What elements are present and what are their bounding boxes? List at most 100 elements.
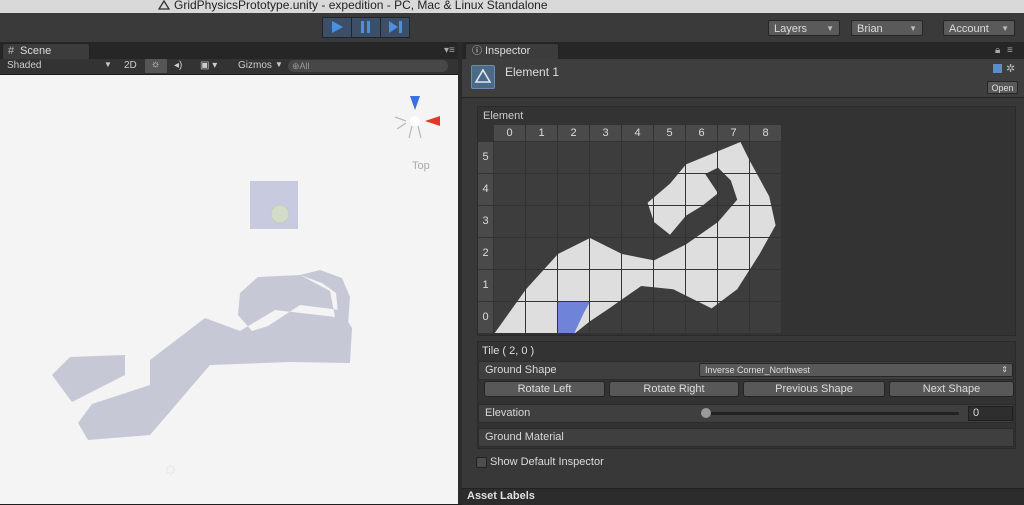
grid-cell[interactable] — [622, 270, 653, 301]
show-default-checkbox[interactable] — [476, 457, 487, 468]
chevron-down-icon: ▼ — [826, 24, 834, 33]
grid-cell[interactable] — [558, 142, 589, 173]
step-button[interactable] — [380, 17, 410, 38]
ground-shape-dropdown[interactable]: Inverse Corner_Northwest ⇕ — [699, 363, 1013, 377]
grid-cell[interactable] — [590, 270, 621, 301]
gear-icon[interactable]: ✲ — [1006, 62, 1015, 75]
grid-cell[interactable] — [526, 206, 557, 237]
grid-cell[interactable] — [622, 174, 653, 205]
grid-cell[interactable] — [750, 270, 781, 301]
grid-cell[interactable] — [718, 270, 749, 301]
grid-cell[interactable] — [494, 142, 525, 173]
grid-cell[interactable] — [558, 302, 589, 333]
grid-cell[interactable] — [494, 238, 525, 269]
account-dropdown[interactable]: Account ▼ — [943, 20, 1015, 36]
grid-cell[interactable] — [750, 142, 781, 173]
grid-cell[interactable] — [750, 206, 781, 237]
lighting-toggle-button[interactable]: ☼ — [145, 59, 167, 73]
layers-dropdown[interactable]: Layers ▼ — [768, 20, 840, 36]
previous-shape-button[interactable]: Previous Shape — [743, 381, 885, 397]
grid-cell[interactable] — [654, 238, 685, 269]
grid-cell[interactable] — [590, 302, 621, 333]
grid-cell[interactable] — [558, 174, 589, 205]
grid-cell[interactable] — [622, 302, 653, 333]
grid-cell[interactable] — [494, 302, 525, 333]
shading-mode-dropdown[interactable]: Shaded — [7, 60, 41, 71]
2d-toggle-button[interactable]: 2D — [124, 60, 137, 71]
grid-cell[interactable] — [654, 302, 685, 333]
rotate-right-button[interactable]: Rotate Right — [609, 381, 739, 397]
grid-cell[interactable] — [622, 142, 653, 173]
scene-search-input[interactable]: ⊕All — [288, 60, 448, 72]
grid-cell[interactable] — [494, 206, 525, 237]
unity-logo-icon — [474, 68, 492, 83]
grid-cell[interactable] — [750, 302, 781, 333]
elevation-slider-handle[interactable] — [701, 408, 711, 418]
grid-cell[interactable] — [558, 238, 589, 269]
grid-cell[interactable] — [526, 238, 557, 269]
grid-cell[interactable] — [590, 206, 621, 237]
grid-cell[interactable] — [590, 174, 621, 205]
grid-cell[interactable] — [558, 270, 589, 301]
grid-cell[interactable] — [654, 206, 685, 237]
grid-cell[interactable] — [654, 174, 685, 205]
elevation-input[interactable]: 0 — [968, 406, 1013, 421]
panel-menu-icon[interactable]: ▾≡ — [444, 45, 455, 56]
ground-material-row[interactable]: Ground Material — [478, 428, 1014, 447]
lock-icon[interactable]: 🔒︎ — [995, 45, 1000, 56]
next-shape-button[interactable]: Next Shape — [889, 381, 1014, 397]
play-button[interactable] — [322, 17, 352, 38]
layout-dropdown[interactable]: Brian ▼ — [851, 20, 923, 36]
grid-cell[interactable] — [718, 302, 749, 333]
grid-cell[interactable] — [494, 270, 525, 301]
grid-cell[interactable] — [750, 174, 781, 205]
grid-cell[interactable] — [718, 174, 749, 205]
ball-object[interactable] — [270, 204, 290, 224]
grid-cell[interactable] — [526, 302, 557, 333]
inspector-header: Element 1 ✲ Open — [462, 59, 1024, 98]
grid-cell[interactable] — [750, 238, 781, 269]
grid-cell[interactable] — [718, 142, 749, 173]
info-icon: ⓘ — [472, 46, 482, 57]
tab-scene[interactable]: # Scene — [2, 43, 90, 60]
tab-inspector[interactable]: ⓘ Inspector — [465, 43, 559, 60]
grid-cell[interactable] — [686, 142, 717, 173]
grid-cell[interactable] — [686, 238, 717, 269]
ground-shape-value: Inverse Corner_Northwest — [705, 365, 811, 375]
grid-cell[interactable] — [526, 142, 557, 173]
grid-cell[interactable] — [526, 174, 557, 205]
gizmos-dropdown[interactable]: Gizmos — [238, 60, 272, 71]
orientation-gizmo[interactable] — [388, 95, 448, 153]
grid-cell[interactable] — [654, 270, 685, 301]
grid-cell[interactable] — [686, 302, 717, 333]
grid-cell[interactable] — [622, 206, 653, 237]
grid-cell[interactable] — [622, 238, 653, 269]
effects-dropdown[interactable]: ▣ ▾ — [200, 60, 217, 71]
grid-cell[interactable] — [526, 270, 557, 301]
panel-menu-icon[interactable]: ≡ — [1007, 45, 1013, 56]
grid-cell[interactable] — [686, 174, 717, 205]
element-shape[interactable] — [52, 270, 352, 440]
grid-cell[interactable] — [686, 206, 717, 237]
grid-cell[interactable] — [590, 238, 621, 269]
open-button[interactable]: Open — [987, 81, 1018, 94]
selection-box[interactable] — [250, 181, 298, 229]
light-gizmo-icon[interactable]: ☼ — [162, 458, 179, 479]
layers-label: Layers — [774, 23, 808, 35]
grid-cell[interactable] — [686, 270, 717, 301]
help-icon[interactable] — [993, 64, 1002, 73]
grid-cell[interactable] — [718, 238, 749, 269]
pause-button[interactable] — [351, 17, 381, 38]
asset-labels-bar[interactable]: Asset Labels — [462, 488, 1024, 505]
grid-cell[interactable] — [590, 142, 621, 173]
chevron-down-icon: ▼ — [1001, 24, 1009, 33]
grid-cell[interactable] — [494, 174, 525, 205]
grid-cell[interactable] — [558, 206, 589, 237]
scene-view[interactable]: Top ☼ — [0, 75, 458, 504]
elevation-slider-track[interactable] — [703, 412, 959, 415]
rotate-left-button[interactable]: Rotate Left — [484, 381, 605, 397]
grid-cell[interactable] — [718, 206, 749, 237]
grid-cell[interactable] — [654, 142, 685, 173]
ground-shape-label: Ground Shape — [485, 364, 557, 376]
audio-toggle-button[interactable]: ◂) — [174, 60, 182, 71]
